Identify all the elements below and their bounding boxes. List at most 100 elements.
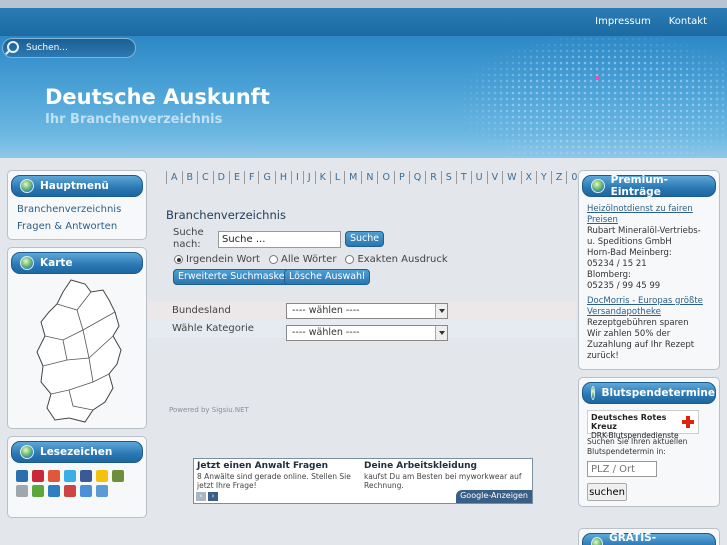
entry-line: 05235 / 99 45 99: [587, 281, 661, 291]
alphabet-letter-n[interactable]: N: [362, 171, 379, 184]
radio-label: Exakten Ausdruck: [357, 254, 448, 265]
ad-right[interactable]: Deine Arbeitskleidung kaufst Du am Beste…: [364, 461, 529, 490]
digg-icon[interactable]: [16, 470, 28, 482]
radio-dot: [268, 255, 278, 264]
alphabet-letter-c[interactable]: C: [198, 171, 214, 184]
entry-line: Rubart Mineralöl-Vertriebs-: [587, 226, 701, 236]
plz-ort-input[interactable]: [587, 461, 657, 477]
kategorie-select[interactable]: ---- wählen ----: [286, 325, 448, 341]
premium-link-1[interactable]: Heizölnotdienst zu fairen Preisen: [587, 204, 693, 225]
alphabet-letter-s[interactable]: S: [442, 171, 457, 184]
menu-item-branchenverzeichnis[interactable]: Branchenverzeichnis: [8, 201, 146, 218]
search-label: Suche nach:: [173, 227, 204, 250]
premium-link-2[interactable]: DocMorris - Europas größte Versandapothe…: [587, 296, 703, 317]
alphabet-letter-y[interactable]: Y: [537, 171, 552, 184]
location-marker: [595, 76, 599, 80]
alphabet-letter-t[interactable]: T: [457, 171, 472, 184]
alphabet-letter-j[interactable]: J: [304, 171, 316, 184]
alphabet-letter-w[interactable]: W: [503, 171, 522, 184]
ad-left-title[interactable]: Jetzt einen Anwalt Fragen: [197, 461, 362, 471]
radio-label: Irgendein Wort: [186, 254, 260, 265]
directory-search-input[interactable]: [218, 231, 341, 248]
mrwong-icon[interactable]: [112, 470, 124, 482]
radio-exakten-ausdruck[interactable]: Exakten Ausdruck: [345, 254, 448, 265]
alphabet-letter-a[interactable]: A: [167, 171, 183, 184]
alphabet-letter-q[interactable]: Q: [410, 171, 427, 184]
alphabet-letter-d[interactable]: D: [214, 171, 230, 184]
nav-kontakt[interactable]: Kontakt: [669, 16, 707, 27]
main-area: Hauptmenü Branchenverzeichnis Fragen & A…: [0, 158, 727, 545]
alphabet-letter-f[interactable]: F: [245, 171, 260, 184]
alphabet-letter-i[interactable]: I: [292, 171, 304, 184]
header-top-strip: [0, 0, 727, 8]
menu-item-fragen-antworten[interactable]: Fragen & Antworten: [8, 218, 146, 235]
header-search-input[interactable]: [26, 43, 134, 53]
globe-icon: [20, 256, 34, 270]
alphabet-letter-o[interactable]: O: [378, 171, 395, 184]
alphabet-letter-k[interactable]: K: [316, 171, 331, 184]
alphabet-letter-e[interactable]: E: [230, 171, 246, 184]
karte-title: Karte: [40, 257, 73, 269]
webnews-icon[interactable]: [64, 485, 76, 497]
twitter-icon[interactable]: [64, 470, 76, 482]
radio-dot-checked: [174, 255, 183, 264]
ad-right-title[interactable]: Deine Arbeitskleidung: [364, 461, 529, 471]
karte-header: Karte: [11, 252, 143, 274]
entry-line: Blomberg:: [587, 270, 631, 280]
lesezeichen-header: Lesezeichen: [11, 441, 143, 463]
google-icon[interactable]: [80, 485, 92, 497]
site-title[interactable]: Deutsche Auskunft: [45, 85, 270, 109]
drk-logo[interactable]: Deutsches Rotes Kreuz DRK-Blutspendedien…: [587, 410, 699, 440]
alphabet-letter-p[interactable]: P: [395, 171, 410, 184]
entry-line: 05234 / 15 21: [587, 259, 647, 269]
globe-icon: [591, 537, 604, 545]
alphabet-letter-b[interactable]: B: [183, 171, 199, 184]
alphabet-letter-l[interactable]: L: [331, 171, 346, 184]
powered-by[interactable]: Powered by Sigsiu.NET: [169, 406, 249, 414]
bundesland-label: Bundesland: [172, 305, 231, 316]
search-button[interactable]: Suche: [345, 231, 385, 247]
uk-flag-icon[interactable]: [32, 470, 44, 482]
karte-box: Karte: [7, 247, 147, 429]
germany-map[interactable]: [33, 278, 133, 426]
gratis-box: GRATIS-Visitenkarten: [578, 528, 720, 545]
ad-left[interactable]: Jetzt einen Anwalt Fragen 8 Anwälte sind…: [197, 461, 362, 490]
blutspende-search-button[interactable]: suchen: [587, 483, 627, 501]
search-icon[interactable]: [4, 39, 22, 57]
google-ad-block: Jetzt einen Anwalt Fragen 8 Anwälte sind…: [193, 458, 533, 504]
folkd-icon[interactable]: [48, 485, 60, 497]
facebook-icon[interactable]: [80, 470, 92, 482]
star-icon[interactable]: [96, 470, 108, 482]
alphabet-letter-v[interactable]: V: [488, 171, 504, 184]
hauptmenu-header: Hauptmenü: [11, 175, 143, 197]
premium-entry-1: Heizölnotdienst zu fairen Preisen Rubart…: [579, 204, 719, 292]
technorati-icon[interactable]: [32, 485, 44, 497]
alphabet-letter-u[interactable]: U: [472, 171, 488, 184]
live-icon[interactable]: [96, 485, 108, 497]
drk-name: Deutsches Rotes Kreuz: [591, 413, 667, 431]
yigg-icon[interactable]: [16, 485, 28, 497]
bundesland-select[interactable]: ---- wählen ----: [286, 303, 448, 319]
ad-prev-button[interactable]: ‹: [196, 492, 206, 501]
alphabet-letter-z[interactable]: Z: [552, 171, 568, 184]
site-header: Impressum Kontakt Deutsche Auskunft Ihr …: [0, 0, 727, 158]
alphabet-letter-x[interactable]: X: [522, 171, 538, 184]
ad-next-button[interactable]: ›: [208, 492, 218, 501]
alphabet-letter-g[interactable]: G: [259, 171, 276, 184]
blutspende-title: Blutspendetermine: [601, 387, 715, 399]
hauptmenu-box: Hauptmenü Branchenverzeichnis Fragen & A…: [7, 170, 147, 240]
extended-search-button[interactable]: Erweiterte Suchmaske: [173, 269, 290, 285]
entry-line: Wir zahlen 50% der: [587, 329, 671, 339]
chevron-down-icon: [435, 326, 447, 340]
lesezeichen-title: Lesezeichen: [40, 446, 113, 458]
radio-irgendein-wort[interactable]: Irgendein Wort: [174, 254, 260, 265]
google-ads-label[interactable]: Google-Anzeigen: [456, 490, 532, 503]
lesezeichen-box: Lesezeichen: [7, 436, 147, 518]
radio-alle-woerter[interactable]: Alle Wörter: [268, 254, 336, 265]
clear-selection-button[interactable]: Lösche Auswahl: [284, 269, 370, 285]
alphabet-letter-h[interactable]: H: [276, 171, 293, 184]
alphabet-letter-m[interactable]: M: [345, 171, 363, 184]
alphabet-letter-r[interactable]: R: [426, 171, 442, 184]
delicious-icon[interactable]: [48, 470, 60, 482]
nav-impressum[interactable]: Impressum: [595, 16, 651, 27]
